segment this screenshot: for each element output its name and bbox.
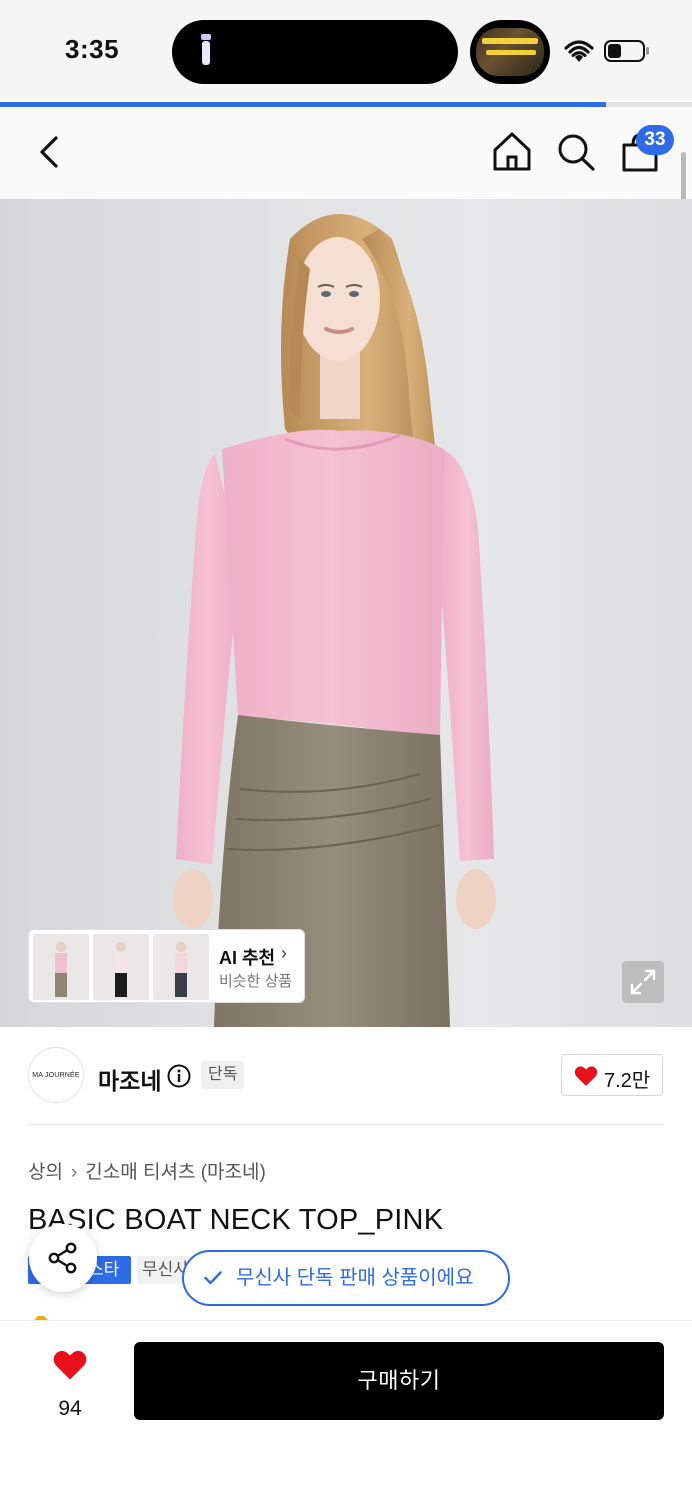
ai-thumbnail[interactable]	[153, 934, 209, 1000]
buy-button[interactable]: 구매하기	[134, 1342, 664, 1420]
product-title: BASIC BOAT NECK TOP_PINK	[28, 1204, 444, 1236]
exclusive-toast: 무신사 단독 판매 상품이에요	[182, 1250, 510, 1306]
breadcrumb: 상의 › 긴소매 티셔츠 (마조네)	[28, 1157, 266, 1184]
heart-icon	[574, 1066, 598, 1086]
product-header	[0, 107, 692, 199]
bottom-action-bar: 94 구매하기	[0, 1320, 692, 1500]
ai-thumbnail[interactable]	[33, 934, 89, 1000]
brand-like-count: 7.2만	[604, 1070, 651, 1092]
divider	[28, 1124, 664, 1125]
breadcrumb-item[interactable]: 긴소매 티셔츠 (마조네)	[85, 1162, 266, 1183]
status-time: 3:35	[65, 34, 120, 64]
share-icon	[48, 1242, 77, 1274]
toast-message: 무신사 단독 판매 상품이에요	[236, 1267, 474, 1289]
breadcrumb-item[interactable]: 상의	[28, 1162, 63, 1183]
check-icon	[204, 1271, 222, 1285]
brand-like-button[interactable]: 7.2만	[561, 1054, 663, 1096]
dynamic-island[interactable]	[172, 20, 458, 84]
chevron-left-icon[interactable]	[30, 129, 70, 175]
live-activity-thumbnail[interactable]	[470, 20, 550, 84]
model-photo	[173, 214, 496, 1027]
wifi-icon	[564, 40, 594, 62]
cart-count-badge: 33	[636, 125, 674, 155]
info-icon[interactable]	[167, 1064, 191, 1088]
brand-logo[interactable]: MA JOURNÉE	[28, 1047, 84, 1103]
expand-icon[interactable]	[622, 961, 664, 1003]
brand-name[interactable]: 마조네	[98, 1062, 161, 1096]
ai-recommend-subtitle: 비슷한 상품	[219, 973, 293, 990]
chevron-right-icon: ›	[70, 1162, 78, 1183]
ai-thumbnail[interactable]	[93, 934, 149, 1000]
ai-recommendation-card[interactable]: AI 추천 › 비슷한 상품	[28, 929, 305, 1003]
share-button[interactable]	[29, 1224, 97, 1292]
wishlist-button[interactable]: 94	[40, 1343, 100, 1423]
home-icon[interactable]	[490, 129, 534, 175]
exclusive-tag: 단독	[201, 1061, 245, 1089]
battery-icon	[604, 40, 649, 62]
ai-recommend-title: AI 추천	[219, 948, 276, 968]
wishlist-count: 94	[58, 1397, 82, 1420]
product-image[interactable]	[0, 199, 692, 1027]
status-bar: 3:35	[0, 0, 692, 100]
chevron-right-icon: ›	[281, 943, 287, 963]
heart-icon	[53, 1350, 87, 1380]
flashlight-icon	[201, 34, 211, 65]
search-icon[interactable]	[554, 129, 598, 175]
